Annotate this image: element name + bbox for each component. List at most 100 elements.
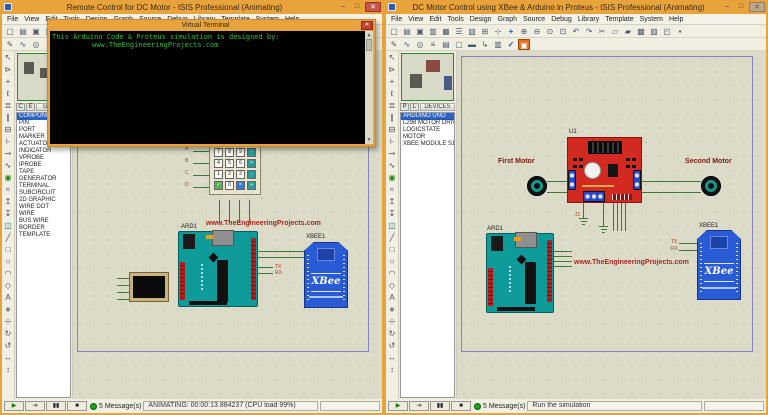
- subcircuit-icon[interactable]: ⊟: [387, 124, 398, 136]
- menu-item[interactable]: Design: [467, 16, 495, 23]
- terminal-mode-icon[interactable]: ⊦: [3, 136, 14, 148]
- step-button[interactable]: ⇥: [25, 401, 45, 411]
- close-button[interactable]: ✕: [749, 2, 765, 12]
- rotate-cw-icon[interactable]: ↻: [387, 328, 398, 340]
- terminal-scrollbar[interactable]: ▲ ▼: [365, 31, 373, 144]
- search-tag-icon[interactable]: ◎: [30, 39, 42, 50]
- import-section-icon[interactable]: ▥: [427, 26, 439, 37]
- keypad-key[interactable]: 4: [214, 159, 223, 168]
- lcd-display[interactable]: [129, 272, 169, 302]
- selector-item[interactable]: WIRE: [17, 211, 70, 218]
- message-indicator-icon[interactable]: [474, 402, 481, 410]
- pause-button[interactable]: ▮▮: [430, 401, 450, 411]
- mirror-y-icon[interactable]: ↕: [3, 364, 14, 376]
- selector-button[interactable]: C: [16, 103, 25, 111]
- keypad-key[interactable]: 1: [214, 170, 223, 179]
- selection-mode-icon[interactable]: ↖: [387, 52, 398, 64]
- voltage-probe-icon[interactable]: ↥: [3, 196, 14, 208]
- arc-2d-icon[interactable]: ◠: [387, 268, 398, 280]
- new-sheet-icon[interactable]: ▢: [453, 39, 465, 50]
- paste-icon[interactable]: ▰: [622, 26, 634, 37]
- keypad-key[interactable]: 0: [225, 181, 234, 190]
- symbol-2d-icon[interactable]: ∗: [3, 304, 14, 316]
- open-design-icon[interactable]: ▤: [17, 26, 29, 37]
- design-explorer-icon[interactable]: ▤: [440, 39, 452, 50]
- pause-button[interactable]: ▮▮: [46, 401, 66, 411]
- terminal-titlebar[interactable]: Virtual Terminal ✕: [50, 20, 373, 31]
- junction-dot-icon[interactable]: +: [387, 76, 398, 88]
- menu-item[interactable]: Graph: [495, 16, 520, 23]
- device-pin-icon[interactable]: ⊸: [387, 148, 398, 160]
- block-copy-icon[interactable]: ▩: [635, 26, 647, 37]
- schematic-canvas[interactable]: U1 First Motor Second Motor J1 ARD1 www.…: [457, 51, 766, 399]
- block-delete-icon[interactable]: ▪: [674, 26, 686, 37]
- selector-item[interactable]: XBEE MODULE S1: [401, 141, 454, 148]
- menu-item[interactable]: View: [405, 16, 426, 23]
- schematic-preview[interactable]: [401, 53, 454, 101]
- voltage-probe-icon[interactable]: ↥: [387, 196, 398, 208]
- origin-icon[interactable]: ⊹: [492, 26, 504, 37]
- goto-sheet-icon[interactable]: ↳: [479, 39, 491, 50]
- selector-item[interactable]: ARDUINO UNO: [401, 113, 454, 120]
- scroll-thumb[interactable]: [366, 39, 372, 51]
- tape-recorder-icon[interactable]: ◉: [3, 172, 14, 184]
- subcircuit-icon[interactable]: ⊟: [3, 124, 14, 136]
- keypad-key[interactable]: -: [247, 148, 256, 157]
- play-button[interactable]: ▶: [4, 401, 24, 411]
- electrical-check-icon[interactable]: ✓: [505, 39, 517, 50]
- menu-item[interactable]: File: [388, 16, 405, 23]
- tape-recorder-icon[interactable]: ◉: [387, 172, 398, 184]
- keypad-key[interactable]: 9: [236, 148, 245, 157]
- selector-item[interactable]: 2D GRAPHIC: [17, 197, 70, 204]
- menu-item[interactable]: Edit: [426, 16, 444, 23]
- selector-item[interactable]: L298 MOTOR DRIVER: [401, 120, 454, 127]
- zoom-all-icon[interactable]: ⊙: [544, 26, 556, 37]
- current-probe-icon[interactable]: ↧: [3, 208, 14, 220]
- bus-mode-icon[interactable]: ∥: [387, 112, 398, 124]
- terminal-screen[interactable]: This Arduino Code & Proteus simulation i…: [50, 31, 373, 144]
- mirror-x-icon[interactable]: ↔: [3, 352, 14, 364]
- save-design-icon[interactable]: ▣: [414, 26, 426, 37]
- selector-item[interactable]: TERMINAL: [17, 183, 70, 190]
- keypad-key[interactable]: =: [236, 181, 245, 190]
- keypad-key[interactable]: +: [247, 181, 256, 190]
- selector-item[interactable]: TAPE: [17, 169, 70, 176]
- circle-2d-icon[interactable]: ○: [387, 256, 398, 268]
- undo-icon[interactable]: ↶: [570, 26, 582, 37]
- generator-mode-icon[interactable]: ≈: [3, 184, 14, 196]
- keypad-key[interactable]: -: [247, 170, 256, 179]
- selector-item[interactable]: SUBCIRCUIT: [17, 190, 70, 197]
- scroll-up-icon[interactable]: ▲: [367, 31, 370, 39]
- selector-item[interactable]: IPROBE: [17, 162, 70, 169]
- menu-item[interactable]: Source: [520, 16, 548, 23]
- search-tag-icon[interactable]: ◎: [414, 39, 426, 50]
- component-mode-icon[interactable]: ⊳: [3, 64, 14, 76]
- virtual-terminal-window[interactable]: Virtual Terminal ✕ This Arduino Code & P…: [47, 19, 376, 147]
- cut-icon[interactable]: ✂: [596, 26, 608, 37]
- bill-of-materials-icon[interactable]: ▥: [492, 39, 504, 50]
- mark-output-area-icon[interactable]: ▧: [466, 26, 478, 37]
- minimize-button[interactable]: –: [337, 2, 349, 12]
- selector-button[interactable]: L: [410, 103, 419, 111]
- path-2d-icon[interactable]: ◇: [3, 280, 14, 292]
- block-rotate-icon[interactable]: ◰: [661, 26, 673, 37]
- keypad-key[interactable]: 5: [225, 159, 234, 168]
- selector-item[interactable]: BUS WIRE: [17, 218, 70, 225]
- selector-item[interactable]: LOGICSTATE: [401, 127, 454, 134]
- zoom-area-icon[interactable]: ⊡: [557, 26, 569, 37]
- bus-mode-icon[interactable]: ∥: [3, 112, 14, 124]
- copy-icon[interactable]: ▱: [609, 26, 621, 37]
- box-2d-icon[interactable]: □: [3, 244, 14, 256]
- new-design-icon[interactable]: ▢: [4, 26, 16, 37]
- zoom-out-icon[interactable]: ⊖: [531, 26, 543, 37]
- text-script-icon[interactable]: ≣: [387, 100, 398, 112]
- property-assignment-icon[interactable]: ≡: [427, 39, 439, 50]
- terminal-close-icon[interactable]: ✕: [361, 21, 373, 30]
- menu-item[interactable]: File: [4, 16, 21, 23]
- box-2d-icon[interactable]: □: [387, 244, 398, 256]
- menu-item[interactable]: Tools: [444, 16, 466, 23]
- component-mode-icon[interactable]: ⊳: [387, 64, 398, 76]
- save-design-icon[interactable]: ▣: [30, 26, 42, 37]
- selector-button[interactable]: P: [400, 103, 409, 111]
- text-2d-icon[interactable]: A: [387, 292, 398, 304]
